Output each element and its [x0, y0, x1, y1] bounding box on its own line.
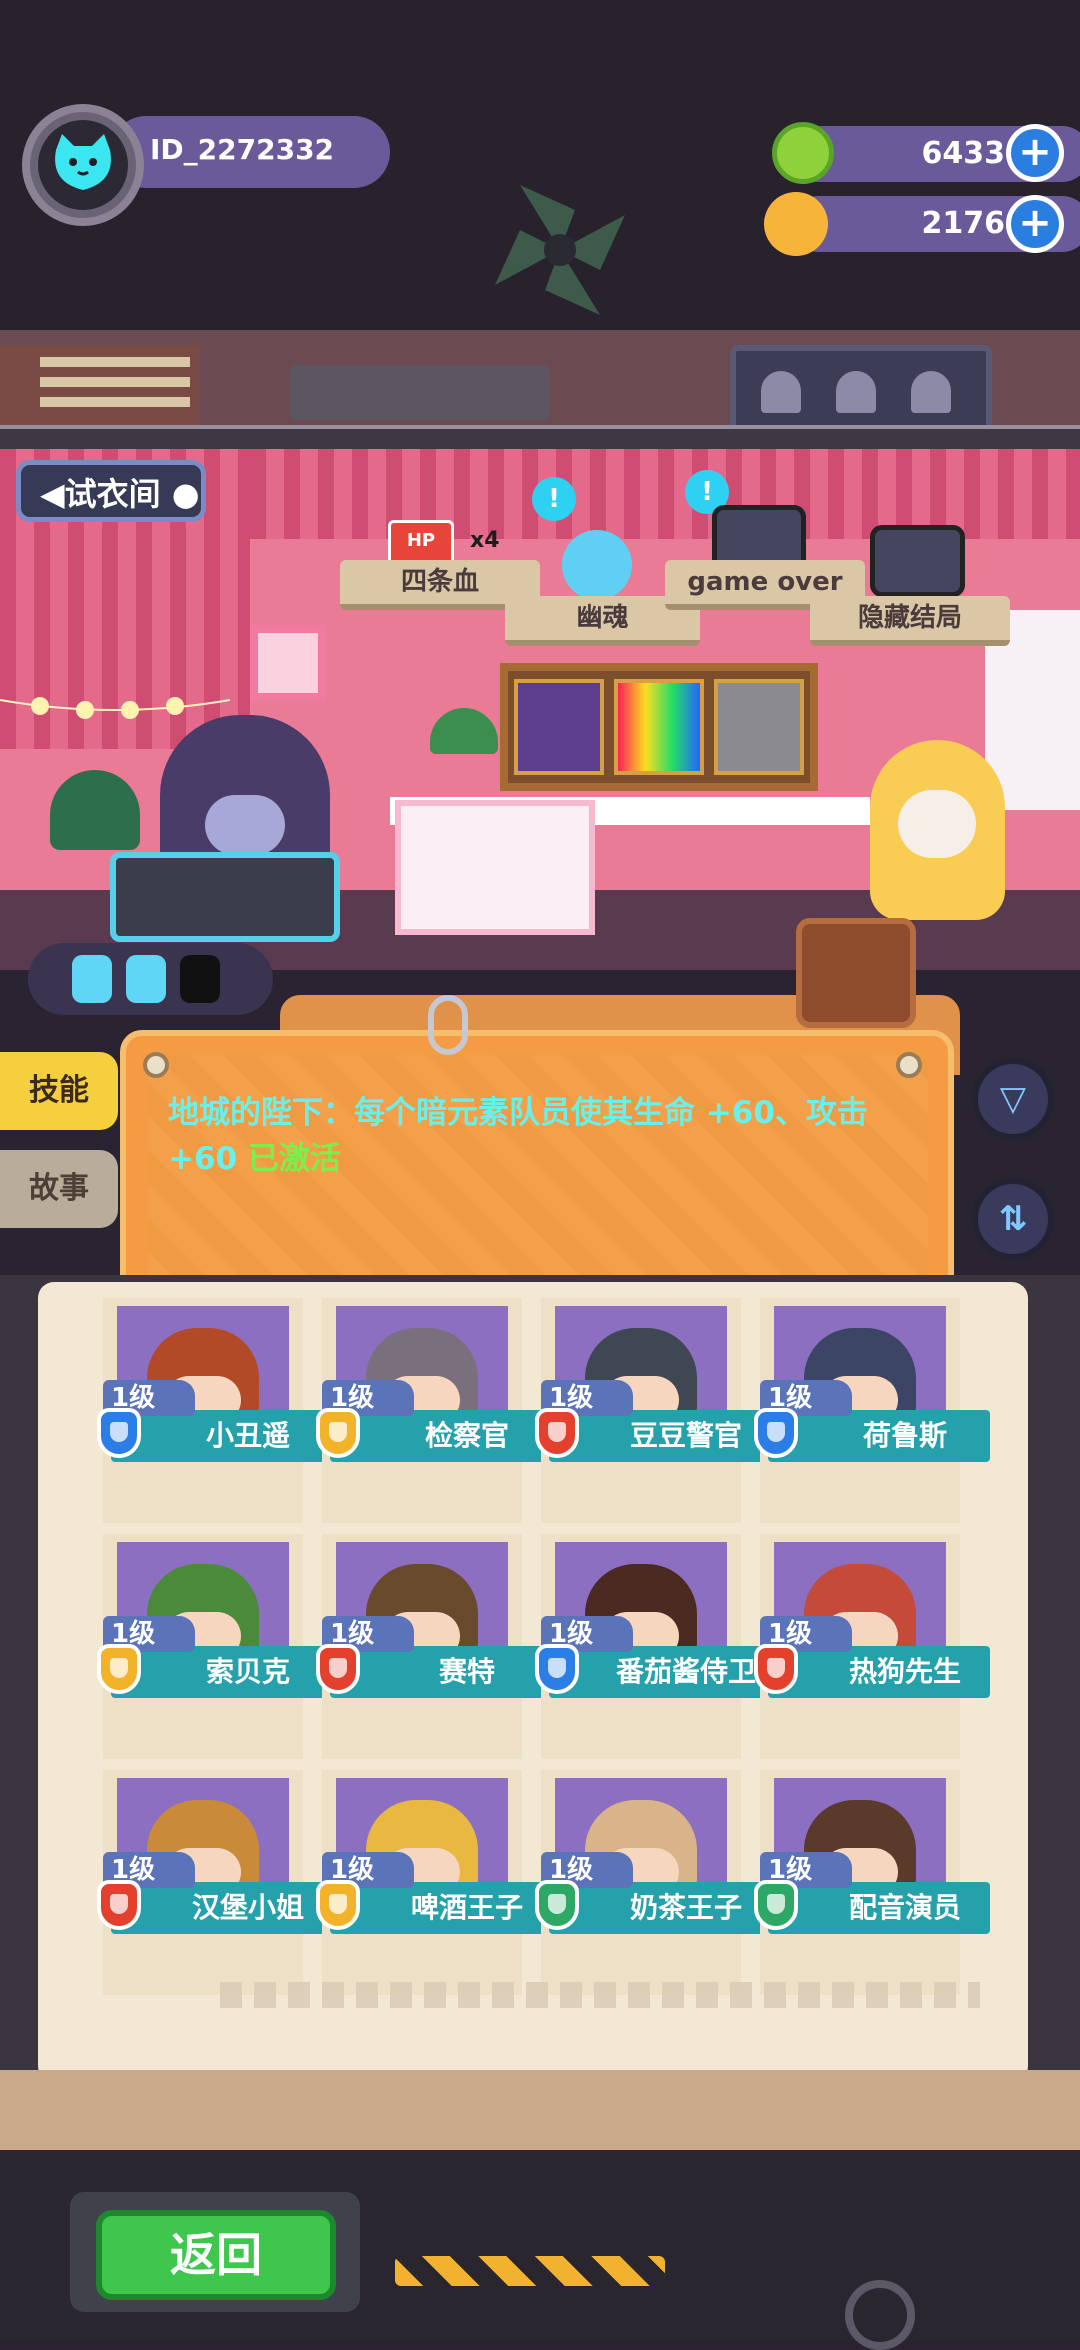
potted-plant-decoration: [50, 770, 140, 850]
skill-description: 地城的陛下：每个暗元素队员使其生命 +60、攻击 +60 已激活: [168, 1095, 868, 1177]
character-name: 豆豆警官: [629, 1419, 742, 1452]
ghost-icon: [836, 371, 876, 413]
add-coin-button[interactable]: +: [1006, 195, 1064, 253]
character-name: 热狗先生: [848, 1655, 961, 1688]
element-shield-icon: [316, 1644, 360, 1694]
element-shield-icon: [754, 1408, 798, 1458]
crate-decoration: [0, 345, 200, 425]
string-lights-decoration: [0, 697, 230, 719]
skull-girl-character[interactable]: [870, 740, 1005, 920]
character-card[interactable]: 1级 热狗先生: [754, 1534, 990, 1759]
element-shield-icon: [97, 1644, 141, 1694]
ghost-icon: [911, 371, 951, 413]
sort-icon: ⇅: [998, 1199, 1028, 1239]
character-card[interactable]: 1级 豆豆警官: [535, 1298, 771, 1523]
element-shield-icon: [535, 1880, 579, 1930]
portrait-rainbow: [614, 679, 704, 775]
coin-count: 2176: [921, 206, 1006, 241]
portrait-dark-lord: [514, 679, 604, 775]
character-card[interactable]: 1级 小丑遥: [97, 1298, 333, 1523]
element-shield-icon: [535, 1408, 579, 1458]
tab-story[interactable]: 故事: [0, 1150, 118, 1228]
vent-decoration: [290, 365, 550, 420]
dot-icon: ●: [160, 475, 200, 513]
character-card[interactable]: 1级 赛特: [316, 1534, 552, 1759]
arrow-left-icon: ◀: [40, 475, 65, 513]
character-name: 荷鲁斯: [862, 1419, 947, 1452]
element-shield-icon: [535, 1644, 579, 1694]
portrait-frame: [500, 663, 818, 791]
sewing-machine-decoration: [110, 852, 340, 942]
windmill-fan-decoration: [495, 185, 625, 315]
filter-button[interactable]: ▽: [972, 1058, 1054, 1140]
character-name: 啤酒王子: [410, 1891, 523, 1924]
element-shield-icon: [754, 1644, 798, 1694]
blurred-text-line: [220, 1982, 980, 2008]
skull-spirit-icon: [562, 530, 632, 600]
character-card[interactable]: 1级 汉堡小姐: [97, 1770, 333, 1995]
gem-count: 6433: [921, 136, 1006, 171]
fitting-room-label: ◀试衣间 ●: [40, 475, 200, 513]
character-card[interactable]: 1级 荷鲁斯: [754, 1298, 990, 1523]
character-card[interactable]: 1级 啤酒王子: [316, 1770, 552, 1995]
element-shield-icon: [97, 1408, 141, 1458]
character-name: 配音演员: [848, 1891, 961, 1924]
counter-decoration: [395, 800, 595, 935]
cat-face-icon: [55, 134, 111, 190]
element-shield-icon: [316, 1880, 360, 1930]
character-name: 赛特: [438, 1655, 495, 1688]
add-gem-button[interactable]: +: [1006, 124, 1064, 182]
character-card[interactable]: 1级 配音演员: [754, 1770, 990, 1995]
energy-icon: [126, 955, 166, 1003]
character-card[interactable]: 1级 检察官: [316, 1298, 552, 1523]
rivet: [143, 1052, 169, 1078]
book-edge: [0, 2070, 1080, 2150]
element-shield-icon: [97, 1880, 141, 1930]
avatar[interactable]: [38, 120, 128, 210]
hazard-stripes-decoration: [395, 2256, 665, 2286]
energy-icon: [72, 955, 112, 1003]
character-name: 索贝克: [205, 1655, 290, 1688]
tv-ending-icon: [870, 525, 965, 597]
character-name: 汉堡小姐: [191, 1891, 304, 1924]
character-name: 奶茶王子: [629, 1891, 742, 1924]
character-card[interactable]: 1级 番茄酱侍卫: [535, 1534, 771, 1759]
character-name: 小丑遥: [205, 1419, 290, 1452]
ghost-icon: [761, 371, 801, 413]
tab-skill[interactable]: 技能: [0, 1052, 118, 1130]
tag-hidden-ending[interactable]: 隐藏结局: [810, 596, 1010, 646]
character-card[interactable]: 1级 索贝克: [97, 1534, 333, 1759]
back-button[interactable]: 返回: [96, 2210, 336, 2300]
element-shield-icon: [754, 1880, 798, 1930]
character-name: 番茄酱侍卫: [615, 1655, 756, 1688]
sort-button[interactable]: ⇅: [972, 1178, 1054, 1260]
notice-icon: !: [532, 477, 576, 521]
character-card[interactable]: 1级 奶茶王子: [535, 1770, 771, 1995]
hp-multiplier: x4: [470, 528, 500, 553]
energy-empty-icon: [180, 955, 220, 1003]
portrait-gray: [714, 679, 804, 775]
book-icon[interactable]: [796, 918, 916, 1028]
rivet: [896, 1052, 922, 1078]
filter-icon: ▽: [999, 1079, 1027, 1119]
element-shield-icon: [316, 1408, 360, 1458]
heart-picture-frame: [250, 625, 326, 701]
skill-status: 已激活: [247, 1141, 341, 1177]
player-id-text: ID_2272332: [150, 133, 335, 166]
character-name: 检察官: [424, 1419, 509, 1452]
paper-clip-icon: [428, 995, 468, 1055]
